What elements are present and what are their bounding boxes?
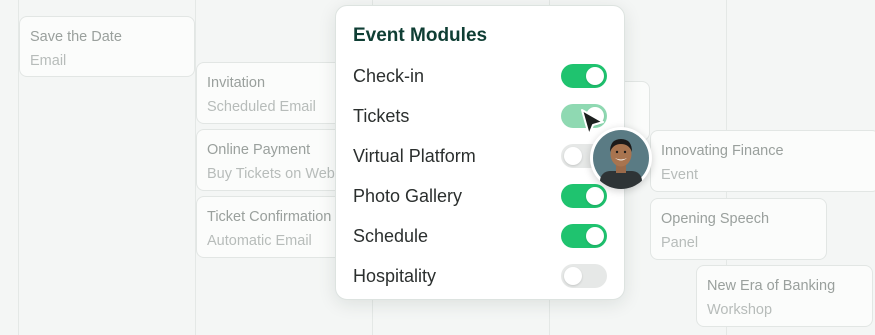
toggle-knob [564,267,582,285]
card-subtitle: Scheduled Email [207,99,316,115]
check-in-toggle[interactable] [561,64,607,88]
card-title: Innovating Finance [661,143,784,159]
card-subtitle: Event [661,167,699,183]
card-subtitle: Panel [661,235,699,251]
card-innovating-finance[interactable]: Innovating Finance Event [650,130,875,192]
card-invitation[interactable]: Invitation Scheduled Email [196,62,346,124]
card-title: Opening Speech [661,211,770,227]
module-label: Schedule [353,226,429,246]
toggle-knob [586,67,604,85]
module-row-schedule: Schedule [353,223,607,249]
module-row-check-in: Check-in [353,63,607,89]
module-label: Tickets [353,106,410,126]
card-title: Save the Date [30,29,122,45]
module-row-photo-gallery: Photo Gallery [353,183,607,209]
module-row-virtual-platform: Virtual Platform [353,143,607,169]
card-new-era-of-banking[interactable]: New Era of Banking Workshop [696,265,873,327]
toggle-knob [586,187,604,205]
card-save-the-date[interactable]: Save the Date Email [19,16,195,77]
module-row-tickets: Tickets [353,103,607,129]
photo-gallery-toggle[interactable] [561,184,607,208]
schedule-toggle[interactable] [561,224,607,248]
card-subtitle: Buy Tickets on Website [207,166,335,182]
module-label: Hospitality [353,266,437,286]
card-subtitle: Automatic Email [207,233,312,249]
module-label: Check-in [353,66,425,86]
card-opening-speech[interactable]: Opening Speech Panel [650,198,827,260]
card-online-payment[interactable]: Online Payment Buy Tickets on Website [196,129,346,191]
card-ticket-confirmation[interactable]: Ticket Confirmation Automatic Email [196,196,346,258]
card-title: Online Payment [207,142,311,158]
card-subtitle: Email [30,53,67,69]
module-row-hospitality: Hospitality [353,263,607,289]
hospitality-toggle[interactable] [561,264,607,288]
event-modules-panel: Event Modules Check-in Tickets Virtual P… [335,5,625,300]
toggle-knob [564,147,582,165]
module-label: Photo Gallery [353,186,463,206]
toggle-knob [586,227,604,245]
card-title: New Era of Banking [707,278,836,294]
module-label: Virtual Platform [353,146,476,166]
card-title: Invitation [207,75,266,91]
panel-title: Event Modules [353,25,488,46]
card-title: Ticket Confirmation [207,209,332,225]
card-subtitle: Workshop [707,302,773,318]
pointer-cursor-icon [579,108,607,140]
